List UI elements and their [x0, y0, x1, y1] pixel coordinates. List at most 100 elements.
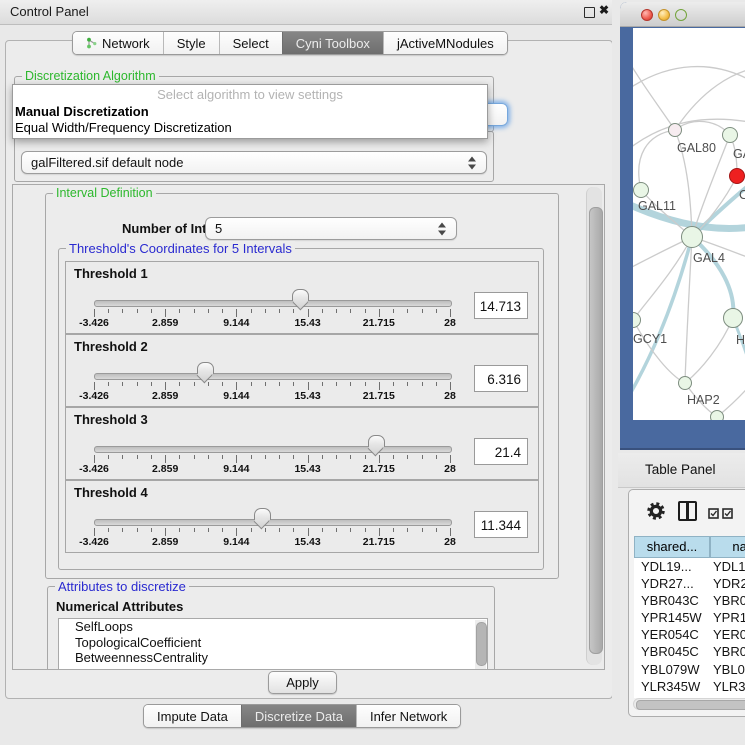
- settings-panel-scrollbar[interactable]: [586, 187, 602, 665]
- split-columns-icon[interactable]: [678, 501, 697, 521]
- table-row[interactable]: YPR145W YPR145W: [634, 609, 745, 626]
- slider-scale-label: -3.426: [79, 463, 109, 475]
- table-cell[interactable]: YBR043C: [713, 592, 745, 609]
- table-cell[interactable]: YBR043C: [641, 592, 699, 609]
- threshold-4-value-field[interactable]: 11.344: [474, 511, 528, 538]
- slider-tick: [108, 382, 109, 386]
- network-node[interactable]: [729, 168, 745, 184]
- float-window-icon[interactable]: [584, 7, 595, 18]
- list-item-selfloops[interactable]: SelfLoops: [59, 619, 487, 635]
- popup-item-manual-discretization[interactable]: Manual Discretization: [13, 104, 487, 120]
- network-canvas[interactable]: GAL80GACGAL11GAL4GCY1HHAP2: [633, 28, 745, 420]
- table-row[interactable]: YDL19... YDL19...: [634, 558, 745, 575]
- threshold-1-value-field[interactable]: 14.713: [474, 292, 528, 319]
- tab-style[interactable]: Style: [163, 32, 219, 54]
- mac-zoom-button[interactable]: [675, 9, 687, 21]
- tab-infer-network-label: Infer Network: [370, 709, 447, 724]
- table-cell[interactable]: YDL19...: [713, 558, 745, 575]
- list-item-betweennesscentrality[interactable]: BetweennessCentrality: [59, 650, 487, 666]
- table-cell[interactable]: YDR27...: [641, 575, 694, 592]
- slider-tick: [122, 382, 123, 386]
- slider-scale-label: 9.144: [223, 536, 249, 548]
- threshold-2-slider-track[interactable]: [94, 373, 452, 380]
- column-header-shared-name[interactable]: shared...: [634, 536, 710, 558]
- gear-icon[interactable]: [647, 502, 665, 525]
- scrollbar-thumb[interactable]: [476, 622, 487, 666]
- checkbox-icon[interactable]: [708, 506, 719, 517]
- table-row[interactable]: YLR345W YLR345W: [634, 678, 745, 695]
- table-horizontal-scrollbar[interactable]: [633, 698, 745, 710]
- scrollbar-thumb[interactable]: [636, 700, 745, 710]
- network-node[interactable]: [681, 226, 703, 248]
- table-cell[interactable]: YBR045C: [713, 643, 745, 660]
- tab-select[interactable]: Select: [219, 32, 282, 54]
- slider-tick: [308, 455, 309, 463]
- attributes-list-scrollbar[interactable]: [475, 620, 486, 670]
- apply-button[interactable]: Apply: [268, 671, 337, 694]
- threshold-3-slider-thumb[interactable]: [368, 435, 385, 447]
- tab-network[interactable]: Network: [73, 32, 163, 54]
- checkbox-icon[interactable]: [722, 506, 733, 517]
- slider-scale-label: 2.859: [152, 536, 178, 548]
- network-node[interactable]: [722, 127, 738, 143]
- table-cell[interactable]: YPR145W: [713, 609, 745, 626]
- tab-discretize-data[interactable]: Discretize Data: [241, 705, 356, 727]
- slider-scale: -3.4262.8599.14415.4321.71528: [94, 536, 450, 549]
- scrollbar-thumb[interactable]: [589, 207, 603, 654]
- slider-tick: [222, 309, 223, 313]
- tab-jactivemnodules[interactable]: jActiveMNodules: [383, 32, 507, 54]
- list-item-topologicalcoefficient[interactable]: TopologicalCoefficient: [59, 635, 487, 651]
- network-node[interactable]: [723, 308, 743, 328]
- mac-minimize-button[interactable]: [658, 9, 670, 21]
- table-cell[interactable]: YBR045C: [641, 643, 699, 660]
- table-data-combo[interactable]: galFiltered.sif default node: [21, 151, 487, 174]
- popup-item-equal-width-frequency[interactable]: Equal Width/Frequency Discretization: [13, 120, 487, 136]
- number-of-intervals-combo[interactable]: 5: [205, 217, 457, 240]
- threshold-3-value-field[interactable]: 21.4: [474, 438, 528, 465]
- threshold-4-slider-thumb[interactable]: [254, 508, 271, 520]
- table-cell[interactable]: YER054C: [713, 626, 745, 643]
- slider-tick: [265, 455, 266, 459]
- threshold-3-slider-track[interactable]: [94, 446, 452, 453]
- tab-cyni-toolbox[interactable]: Cyni Toolbox: [282, 32, 383, 54]
- tab-infer-network[interactable]: Infer Network: [356, 705, 460, 727]
- threshold-2-value-field[interactable]: 6.316: [474, 365, 528, 392]
- mac-close-button[interactable]: [641, 9, 653, 21]
- table-cell[interactable]: YER054C: [641, 626, 699, 643]
- table-cell[interactable]: YPR145W: [641, 609, 702, 626]
- slider-tick: [194, 528, 195, 532]
- threshold-1-slider-track[interactable]: [94, 300, 452, 307]
- table-cell[interactable]: YDL19...: [641, 558, 692, 575]
- slider-scale-label: 15.43: [294, 390, 320, 402]
- table-cell[interactable]: YDR27...: [713, 575, 745, 592]
- network-window-titlebar[interactable]: [620, 2, 745, 27]
- network-node[interactable]: [668, 123, 682, 137]
- table-cell[interactable]: YBL079W: [713, 661, 745, 678]
- network-node[interactable]: [633, 182, 649, 198]
- table-cell[interactable]: YBL079W: [641, 661, 700, 678]
- threshold-4-slider-track[interactable]: [94, 519, 452, 526]
- table-row[interactable]: YER054C YER054C: [634, 626, 745, 643]
- slider-tick: [251, 382, 252, 386]
- table-cell[interactable]: YLR345W: [713, 678, 745, 695]
- network-node[interactable]: [678, 376, 692, 390]
- tab-impute-data[interactable]: Impute Data: [144, 705, 241, 727]
- network-node[interactable]: [710, 410, 724, 420]
- table-row[interactable]: YBR043C YBR043C: [634, 592, 745, 609]
- slider-tick: [122, 455, 123, 459]
- threshold-panel-3: Threshold 3 -3.4262.8599.14415.4321.7152…: [65, 407, 539, 480]
- column-header-name[interactable]: na...: [710, 536, 745, 558]
- table-row[interactable]: YBL079W YBL079W: [634, 661, 745, 678]
- table-cell[interactable]: YLR345W: [641, 678, 700, 695]
- slider-tick: [393, 309, 394, 313]
- threshold-panel-1: Threshold 1 -3.4262.8599.14415.4321.7152…: [65, 261, 539, 334]
- slider-tick: [379, 309, 380, 317]
- table-row[interactable]: YDR27... YDR27...: [634, 575, 745, 592]
- slider-tick: [94, 528, 95, 536]
- slider-scale-label: 21.715: [363, 390, 395, 402]
- threshold-2-slider-thumb[interactable]: [197, 362, 214, 374]
- slider-tick: [422, 455, 423, 459]
- threshold-1-slider-thumb[interactable]: [292, 289, 309, 301]
- table-row[interactable]: YBR045C YBR045C: [634, 643, 745, 660]
- close-icon[interactable]: ✖: [599, 3, 609, 17]
